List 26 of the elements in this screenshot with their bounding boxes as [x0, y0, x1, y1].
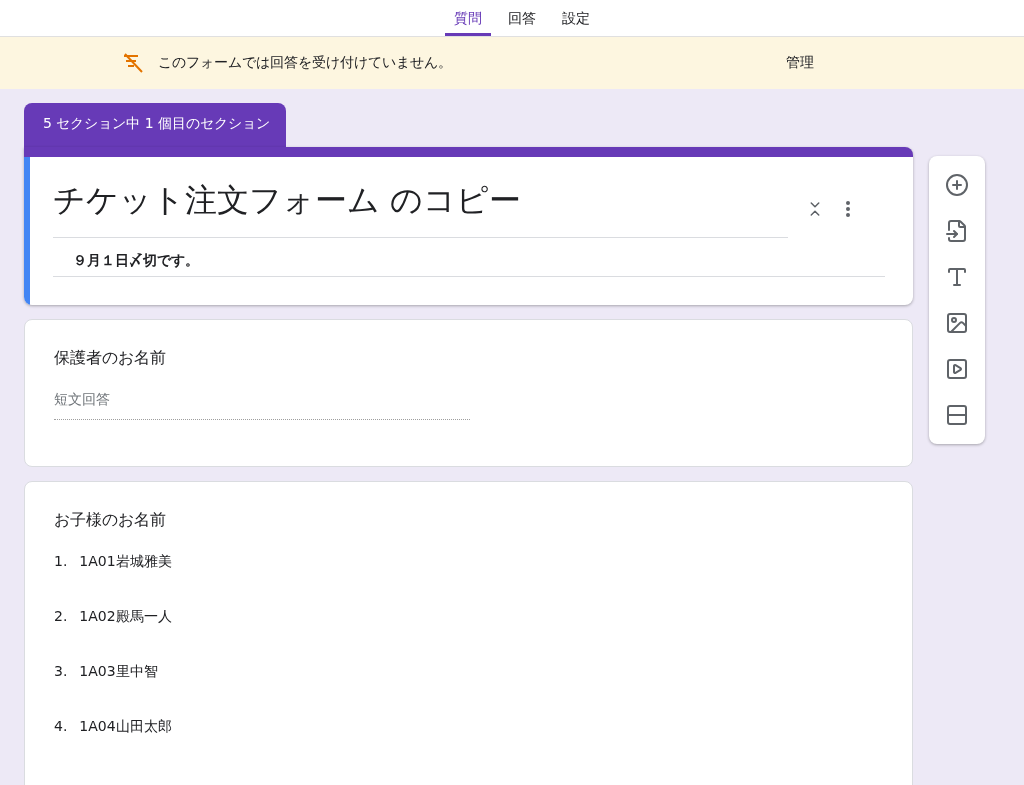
list-item: 1A01岩城雅美 [79, 553, 172, 571]
list-number: 2. [54, 608, 68, 626]
add-circle-icon [945, 173, 969, 197]
list-item: 1A02殿馬一人 [79, 608, 172, 626]
question-title: お子様のお名前 [54, 510, 167, 531]
short-answer-field[interactable]: 短文回答 [54, 391, 470, 420]
form-description[interactable]: ９月１日〆切です。 [53, 238, 885, 277]
list-item: 1A04山田太郎 [79, 718, 172, 736]
list-item: 1A03里中智 [79, 663, 158, 681]
form-title[interactable]: チケット注文フォーム のコピー [53, 179, 788, 238]
banner-message: このフォームでは回答を受け付けていません。 [158, 54, 453, 72]
section-icon [945, 403, 969, 427]
tab[interactable]: 回答 [499, 0, 545, 36]
list-number: 4. [54, 718, 68, 736]
not-accepting-icon [122, 52, 144, 74]
tab[interactable]: 設定 [553, 0, 599, 36]
list-number: 1. [54, 553, 68, 571]
section-label: 5 セクション中 1 個目のセクション [24, 103, 287, 147]
more-icon [846, 200, 850, 217]
question-title: 保護者のお名前 [54, 348, 167, 369]
video-icon [945, 357, 969, 381]
image-icon [945, 311, 969, 335]
list-number: 3. [54, 663, 68, 681]
manage-button[interactable]: 管理 [778, 50, 822, 76]
import-file-icon [945, 219, 969, 243]
text-icon [945, 265, 969, 289]
